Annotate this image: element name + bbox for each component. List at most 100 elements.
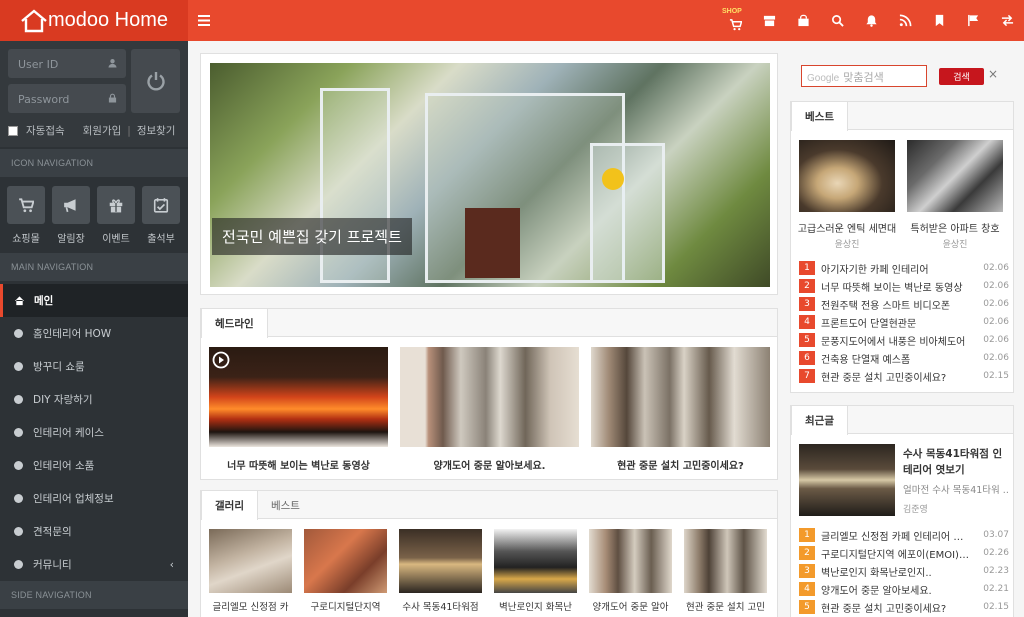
rank-title: 프론트도어 단열현관문 [821,318,917,330]
gallery-item[interactable]: 글리엘모 신정점 카 [209,529,292,613]
bookmark-icon[interactable] [922,0,956,41]
swap-icon[interactable] [990,0,1024,41]
tab-gallery[interactable]: 갤러리 [201,491,258,520]
rss-icon[interactable] [888,0,922,41]
recent-title: 현관 중문 설치 고민중이세요? [821,603,947,615]
notice-icon-button[interactable] [52,186,90,224]
store-icon[interactable] [752,0,786,41]
auto-login-checkbox[interactable] [8,125,18,136]
list-item[interactable]: 5 문풍지도어에서 내풍은 비아체도어 02.06 [799,331,1009,349]
headline-item[interactable]: 너무 따뜻해 보이는 벽난로 동영상 [209,347,388,472]
sidebar-item-showroom[interactable]: 방꾸디 쇼룸 [0,350,188,383]
hero-image[interactable]: 전국민 예쁜집 갖기 프로젝트 [210,63,770,287]
sidebar-item-diy[interactable]: DIY 자랑하기 [0,383,188,416]
hero-caption: 전국민 예쁜집 갖기 프로젝트 [212,218,412,255]
recent-thumbnail[interactable] [799,444,895,516]
password-placeholder: Password [18,93,70,106]
rank-number: 6 [799,351,815,365]
rank-number: 2 [799,279,815,293]
bullet-icon [14,428,23,437]
event-icon-button[interactable] [97,186,135,224]
userid-field[interactable]: User ID [8,49,126,78]
menu-toggle-icon[interactable] [198,12,210,30]
gallery-item[interactable]: 수사 목동41타워점 [399,529,482,613]
rank-number: 3 [799,564,815,578]
shop-icon-button[interactable] [7,186,45,224]
headline-thumbnail [591,347,770,447]
sidebar-item-community[interactable]: 커뮤니티 ‹ [0,548,188,581]
google-brand: Google [807,73,840,84]
gallery-caption: 글리엘모 신정점 카 [212,602,289,613]
password-field[interactable]: Password [8,84,126,113]
rank-date: 02.06 [983,335,1009,345]
tab-recent-posts[interactable]: 최근글 [791,406,848,435]
best-caption[interactable]: 고급스러운 엔틱 세면대 [793,220,901,235]
sidebar-item-label: 홈인테리어 HOW [33,328,112,340]
rank-number: 5 [799,600,815,614]
find-info-link[interactable]: 정보찾기 [137,123,176,138]
gallery-item[interactable]: 양개도어 중문 알아 [589,529,672,613]
best-caption[interactable]: 특허받은 아파트 창호 [901,220,1009,235]
tab-best[interactable]: 베스트 [258,491,313,519]
flag-icon[interactable] [956,0,990,41]
headline-item[interactable]: 양개도어 중문 알아보세요. [400,347,579,472]
search-button[interactable]: 검색 [939,68,984,85]
user-icon [108,59,117,68]
sidebar-item-label: 커뮤니티 [33,559,72,571]
bag-icon[interactable] [786,0,820,41]
bullet-icon [14,560,23,569]
rank-date: 02.06 [983,317,1009,327]
headline-item[interactable]: 현관 중문 설치 고민중이세요? [591,347,770,472]
sidebar-item-interior-case[interactable]: 인테리어 케이스 [0,416,188,449]
list-item[interactable]: 4 양개도어 중문 알아보세요. 02.21 [799,580,1009,598]
list-item[interactable]: 1 글리엘모 신정점 카페 인테리어 … 03.07 [799,526,1009,544]
list-item[interactable]: 7 현관 중문 설치 고민중이세요? 02.15 [799,367,1009,385]
rank-number: 4 [799,582,815,596]
gallery-item[interactable]: 벽난로인지 화목난 [494,529,577,613]
sidebar-item-interior-props[interactable]: 인테리어 소품 [0,449,188,482]
sidebar-item-home-interior-how[interactable]: 홈인테리어 HOW [0,317,188,350]
list-item[interactable]: 6 건축용 단열재 예스폼 02.06 [799,349,1009,367]
tab-headline[interactable]: 헤드라인 [201,309,268,338]
play-icon [212,351,230,369]
best-thumbnail[interactable] [907,140,1003,212]
recent-title: 글리엘모 신정점 카페 인테리어 … [821,531,964,543]
list-item[interactable]: 2 구로디지털단지역 에포이(EMOI)… 02.26 [799,544,1009,562]
recent-featured-title[interactable]: 수사 목동41타워점 인테리어 엿보기 [903,446,1009,478]
list-item[interactable]: 5 현관 중문 설치 고민중이세요? 02.15 [799,598,1009,616]
list-item[interactable]: 1 아기자기한 카페 인테리어 02.06 [799,259,1009,277]
best-section: 베스트 고급스러운 엔틱 세면대 특허받은 아파트 창호 윤상진 윤상진 1 아기… [790,101,1014,393]
gallery-item[interactable]: 현관 중문 설치 고민 [684,529,767,613]
recent-featured-author: 김준영 [903,505,928,515]
sidebar-item-company-info[interactable]: 인테리어 업체정보 [0,482,188,515]
best-thumbnail[interactable] [799,140,895,212]
power-icon [146,72,165,91]
sidebar-item-main[interactable]: 메인 [0,284,188,317]
list-item[interactable]: 4 프론트도어 단열현관문 02.06 [799,313,1009,331]
search-input[interactable]: Google 맞춤검색 [801,65,927,87]
gallery-caption: 양개도어 중문 알아 [592,602,669,613]
login-power-button[interactable] [131,49,180,113]
site-logo[interactable]: modoo Home [0,0,188,41]
sidebar-item-label: 인테리어 소품 [33,460,95,472]
bell-icon[interactable] [854,0,888,41]
sidebar-item-label: 메인 [34,295,54,307]
auto-login-label[interactable]: 자동접속 [26,123,65,138]
gallery-thumbnail [494,529,577,593]
sidebar-item-estimate[interactable]: 견적문의 [0,515,188,548]
search-icon[interactable] [820,0,854,41]
list-item[interactable]: 3 벽난로인지 화목난로인지.. 02.23 [799,562,1009,580]
sidebar: User ID Password 자동접속 회원가입 | 정보찾기 ICON N… [0,41,188,617]
rank-number: 4 [799,315,815,329]
cart-icon[interactable]: SHOP [718,0,752,41]
attendance-icon-button[interactable] [142,186,180,224]
icon-label: 알림장 [57,234,85,245]
signup-link[interactable]: 회원가입 [83,123,122,138]
gallery-item[interactable]: 구로디지털단지역 [304,529,387,613]
bullet-icon [14,329,23,338]
sidebar-item-label: 인테리어 업체정보 [33,493,114,505]
list-item[interactable]: 2 너무 따뜻해 보이는 벽난로 동영상 02.06 [799,277,1009,295]
close-icon[interactable]: × [988,67,998,81]
list-item[interactable]: 3 전원주택 전용 스마트 비디오폰 02.06 [799,295,1009,313]
tab-best-posts[interactable]: 베스트 [791,102,848,131]
